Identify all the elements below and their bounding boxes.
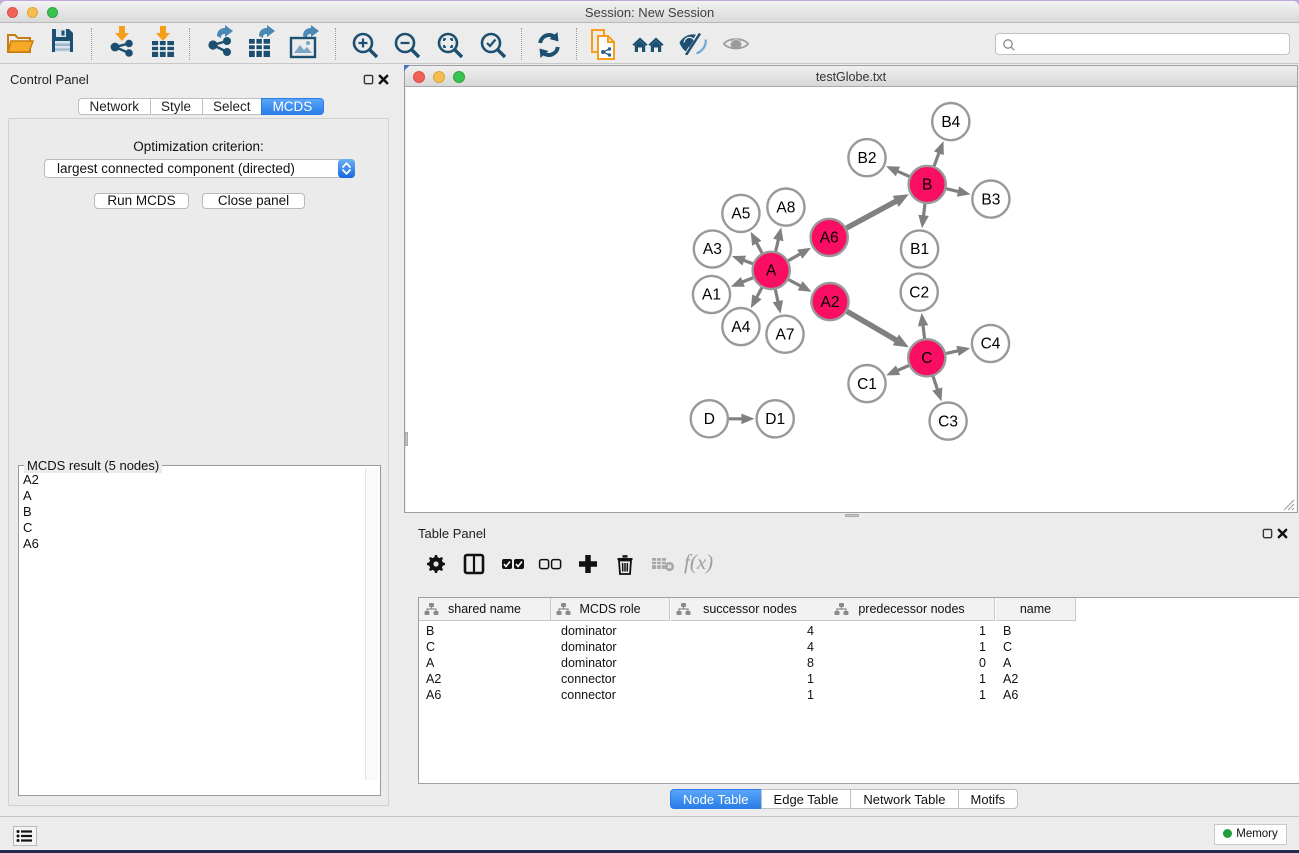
- svg-text:A5: A5: [731, 206, 750, 223]
- svg-text:B: B: [922, 177, 932, 194]
- svg-text:B1: B1: [910, 241, 929, 258]
- svg-text:B2: B2: [858, 150, 877, 167]
- svg-text:A4: A4: [731, 319, 750, 336]
- svg-text:B4: B4: [941, 114, 960, 131]
- svg-text:C1: C1: [857, 376, 877, 393]
- svg-text:A2: A2: [821, 294, 840, 311]
- svg-text:B3: B3: [981, 191, 1000, 208]
- svg-text:C: C: [921, 350, 932, 367]
- svg-text:A1: A1: [702, 287, 721, 304]
- svg-text:A7: A7: [776, 326, 795, 343]
- svg-text:C3: C3: [938, 413, 958, 430]
- svg-text:A3: A3: [703, 241, 722, 258]
- svg-text:C4: C4: [981, 336, 1001, 353]
- svg-text:A8: A8: [776, 199, 795, 216]
- svg-text:A6: A6: [820, 230, 839, 247]
- svg-text:D1: D1: [765, 411, 785, 428]
- svg-text:A: A: [766, 263, 777, 280]
- svg-text:D: D: [704, 411, 715, 428]
- svg-text:C2: C2: [909, 284, 929, 301]
